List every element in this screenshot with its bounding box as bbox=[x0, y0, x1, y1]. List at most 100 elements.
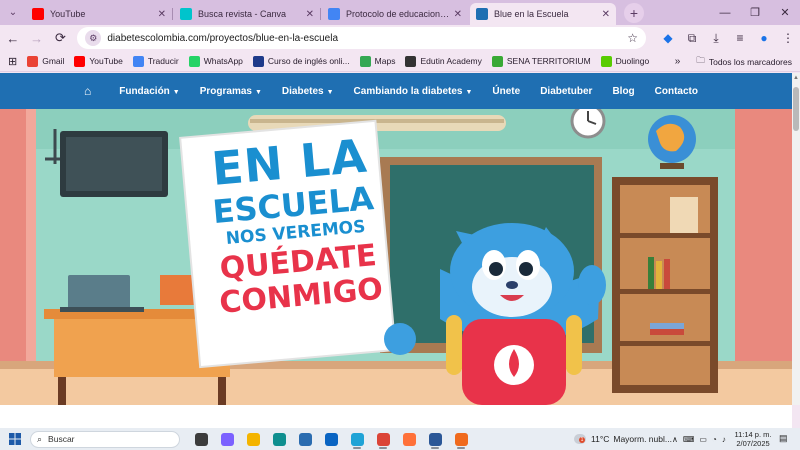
bookmark-item[interactable]: Maps bbox=[359, 55, 396, 67]
address-bar[interactable]: ⚙ diabetescolombia.com/proyectos/blue-en… bbox=[77, 27, 646, 49]
nav-item[interactable]: Cambiando la diabetes ▼ bbox=[354, 86, 473, 97]
bookmark-star-icon[interactable]: ☆ bbox=[627, 31, 638, 45]
bookmark-label: Curso de inglés onli... bbox=[267, 56, 350, 66]
bookmark-item[interactable]: Duolingo bbox=[600, 55, 649, 67]
youtube-icon bbox=[32, 8, 44, 20]
taskbar-app-glyph bbox=[350, 432, 364, 446]
taskbar-app-glyph bbox=[246, 432, 260, 446]
new-tab-button[interactable]: + bbox=[624, 3, 644, 23]
browser-toolbar: ← → ⟳ ⚙ diabetescolombia.com/proyectos/b… bbox=[0, 25, 800, 51]
nav-item[interactable]: Fundación ▼ bbox=[119, 86, 180, 97]
chrome-icon[interactable] bbox=[370, 429, 396, 449]
browser-menu-icon[interactable]: ⋮ bbox=[776, 27, 800, 49]
clock-time: 11:14 p. m. bbox=[734, 430, 772, 439]
edge-icon[interactable] bbox=[266, 429, 292, 449]
restore-icon[interactable]: ❐ bbox=[740, 0, 770, 25]
file-explorer-icon[interactable] bbox=[240, 429, 266, 449]
system-tray: ∧ ⌨ ▭ ◔ ♪ bbox=[672, 428, 731, 450]
download-icon[interactable]: ⤓ bbox=[704, 27, 728, 49]
nav-item[interactable]: Únete bbox=[492, 86, 520, 97]
close-window-icon[interactable]: ✕ bbox=[770, 0, 800, 25]
bookmark-item[interactable]: Curso de inglés onli... bbox=[252, 55, 350, 67]
all-bookmarks-link[interactable]: Todos los marcadores bbox=[709, 57, 792, 67]
course-icon bbox=[252, 55, 264, 67]
bookmark-item[interactable]: SENA TERRITORIUM bbox=[491, 55, 591, 67]
task-view-icon[interactable] bbox=[188, 429, 214, 449]
close-tab-icon[interactable]: ✕ bbox=[306, 9, 314, 20]
nav-item[interactable]: Diabetuber bbox=[540, 86, 592, 97]
tab-title: YouTube bbox=[50, 9, 86, 19]
apps-grid-icon[interactable]: ⊞ bbox=[8, 55, 17, 68]
tab-search-button[interactable]: ⌄ bbox=[0, 0, 26, 25]
nav-item[interactable]: Contacto bbox=[655, 86, 698, 97]
extensions-puzzle-icon[interactable]: ⧉ bbox=[680, 27, 704, 49]
site-nav: ⌂ Fundación ▼ Programas ▼ Diabetes ▼ Cambiando… bbox=[0, 73, 792, 109]
chevron-down-icon: ▼ bbox=[172, 88, 180, 96]
taskbar-search[interactable]: ⌕ Buscar bbox=[30, 430, 180, 448]
close-tab-icon[interactable]: ✕ bbox=[158, 9, 166, 20]
taskbar-app-glyph bbox=[194, 432, 208, 446]
chevron-down-icon: ▼ bbox=[465, 88, 473, 96]
nav-item[interactable]: Programas ▼ bbox=[200, 86, 262, 97]
page-scrollbar[interactable]: ▲ bbox=[792, 73, 800, 405]
bookmark-item[interactable]: Gmail bbox=[27, 55, 64, 67]
bookmark-item[interactable]: YouTube bbox=[74, 55, 123, 67]
store-icon[interactable] bbox=[292, 429, 318, 449]
profile-avatar-icon[interactable]: ● bbox=[752, 27, 776, 49]
bookmark-label: WhatsApp bbox=[203, 56, 243, 66]
canva-icon bbox=[180, 8, 192, 20]
browser-tab[interactable]: YouTube ✕ bbox=[26, 3, 172, 25]
nav-item-label: Programas bbox=[199, 85, 252, 97]
battery-icon[interactable]: ▭ bbox=[699, 435, 707, 444]
taskbar-app-glyph bbox=[272, 432, 286, 446]
bookmark-label: Maps bbox=[374, 56, 396, 66]
gmail-icon bbox=[27, 55, 39, 67]
browser-tab[interactable]: Protocolo de educacion en salu ✕ bbox=[320, 3, 468, 25]
close-tab-icon[interactable]: ✕ bbox=[454, 9, 462, 20]
copilot-icon[interactable] bbox=[214, 429, 240, 449]
volume-icon[interactable]: ♪ bbox=[722, 435, 726, 444]
outlook-icon[interactable] bbox=[318, 429, 344, 449]
more-bookmarks-icon[interactable]: » bbox=[675, 56, 681, 67]
whatsapp-icon bbox=[188, 55, 200, 67]
bookmark-item[interactable]: Traducir bbox=[132, 55, 179, 67]
app-icon[interactable] bbox=[344, 429, 370, 449]
media-controls-icon[interactable]: ≡ bbox=[728, 27, 752, 49]
language-icon[interactable]: ⌨ bbox=[683, 435, 695, 444]
nav-item-label: Cambiando la diabetes bbox=[353, 85, 463, 97]
wifi-icon[interactable]: ◔ bbox=[712, 435, 717, 444]
translate-icon bbox=[132, 55, 144, 67]
bookmark-item[interactable]: Edutin Academy bbox=[405, 55, 482, 67]
close-tab-icon[interactable]: ✕ bbox=[602, 9, 610, 20]
scroll-thumb[interactable] bbox=[793, 87, 799, 131]
scroll-up-icon[interactable]: ▲ bbox=[792, 75, 800, 81]
weather-widget[interactable]: 1 11°C Mayorm. nubl... bbox=[574, 428, 672, 450]
home-icon[interactable]: ⌂ bbox=[84, 84, 91, 98]
nav-item[interactable]: Blog bbox=[612, 86, 634, 97]
hero-banner: EN LA ESCUELA NOS VEREMOS QUÉDATE CONMIG… bbox=[0, 109, 792, 405]
browser-tab[interactable]: Blue en la Escuela ✕ bbox=[470, 3, 616, 25]
word-icon[interactable] bbox=[422, 429, 448, 449]
address-url: diabetescolombia.com/proyectos/blue-en-l… bbox=[107, 32, 339, 44]
notifications-icon[interactable]: ▤ bbox=[779, 433, 788, 444]
back-button[interactable]: ← bbox=[2, 27, 24, 49]
nav-item-label: Únete bbox=[492, 85, 521, 97]
taskbar-app-glyph bbox=[454, 432, 468, 446]
clock[interactable]: 11:14 p. m. 2/07/2025 bbox=[733, 430, 773, 448]
firefox-icon[interactable] bbox=[396, 429, 422, 449]
minimize-icon[interactable]: — bbox=[710, 0, 740, 25]
site-info-icon[interactable]: ⚙ bbox=[85, 30, 102, 46]
nav-item[interactable]: Diabetes ▼ bbox=[282, 86, 334, 97]
taskbar-app-glyph bbox=[220, 432, 234, 446]
extension-blue-icon[interactable]: ◆ bbox=[656, 27, 680, 49]
tray-chevron-icon[interactable]: ∧ bbox=[672, 435, 678, 444]
taskbar-app-glyph bbox=[376, 432, 390, 446]
reload-button[interactable]: ⟳ bbox=[50, 27, 72, 49]
search-icon: ⌕ bbox=[37, 433, 43, 444]
bookmark-item[interactable]: WhatsApp bbox=[188, 55, 243, 67]
forward-button[interactable]: → bbox=[26, 27, 48, 49]
window-controls: — ❐ ✕ bbox=[710, 0, 800, 25]
windows-start-icon[interactable] bbox=[4, 433, 26, 445]
browser-tab[interactable]: Busca revista - Canva ✕ bbox=[172, 3, 320, 25]
cutout-icon[interactable] bbox=[448, 429, 474, 449]
